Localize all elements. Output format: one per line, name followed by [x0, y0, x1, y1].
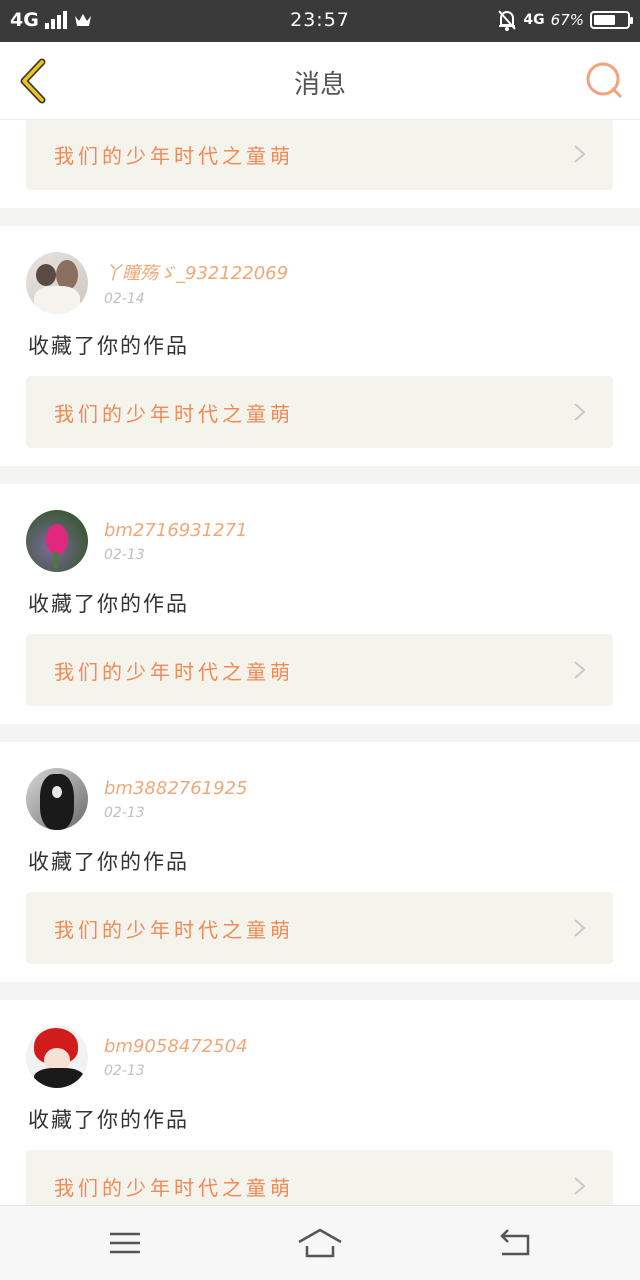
- chevron-right-icon: [574, 145, 586, 163]
- notification-off-icon: [498, 10, 517, 31]
- network-type-right: 4G: [523, 12, 545, 28]
- username[interactable]: bm2716931271: [104, 520, 247, 541]
- username[interactable]: bm3882761925: [104, 778, 247, 799]
- message-card: bm3882761925 02-13 收藏了你的作品 我们的少年时代之童萌: [0, 742, 640, 982]
- battery-icon: [590, 11, 633, 29]
- message-card: 丫瞳殇ゞ_932122069 02-14 收藏了你的作品 我们的少年时代之童萌: [0, 226, 640, 466]
- action-text: 收藏了你的作品: [28, 334, 189, 358]
- work-title: 我们的少年时代之童萌: [54, 1176, 294, 1200]
- work-link[interactable]: 我们的少年时代之童萌: [26, 634, 613, 706]
- avatar[interactable]: [26, 510, 88, 572]
- menu-icon[interactable]: [100, 1226, 150, 1260]
- action-text: 收藏了你的作品: [28, 1108, 189, 1132]
- message-card: bm2716931271 02-13 收藏了你的作品 我们的少年时代之童萌: [0, 484, 640, 724]
- work-link[interactable]: 我们的少年时代之童萌: [26, 1150, 613, 1205]
- avatar[interactable]: [26, 252, 88, 314]
- work-title: 我们的少年时代之童萌: [54, 402, 294, 426]
- work-link[interactable]: 我们的少年时代之童萌: [26, 892, 613, 964]
- work-link[interactable]: 我们的少年时代之童萌: [26, 120, 613, 190]
- chevron-right-icon: [574, 919, 586, 937]
- page-title: 消息: [293, 70, 346, 100]
- battery-percent: 67%: [550, 11, 584, 29]
- work-title: 我们的少年时代之童萌: [54, 144, 294, 168]
- status-bar: 4G 23:57 4G 67%: [0, 0, 640, 42]
- message-date: 02-13: [104, 1062, 145, 1079]
- username[interactable]: bm9058472504: [104, 1036, 247, 1057]
- home-icon[interactable]: [295, 1226, 345, 1260]
- message-date: 02-13: [104, 804, 145, 821]
- message-date: 02-14: [104, 291, 145, 307]
- avatar[interactable]: [26, 768, 88, 830]
- message-card: bm9058472504 02-13 收藏了你的作品 我们的少年时代之童萌: [0, 1000, 640, 1205]
- message-card-partial: 我们的少年时代之童萌: [0, 120, 640, 208]
- user-row[interactable]: bm2716931271 02-13: [26, 510, 247, 572]
- message-date: 02-13: [104, 546, 145, 563]
- work-title: 我们的少年时代之童萌: [54, 918, 294, 942]
- return-icon[interactable]: [490, 1226, 540, 1260]
- nav-bar: 消息: [0, 42, 640, 120]
- chevron-right-icon: [574, 1177, 586, 1195]
- message-list[interactable]: 我们的少年时代之童萌 丫瞳殇ゞ_932122069 02-14 收藏了你的作品 …: [0, 120, 640, 1205]
- action-text: 收藏了你的作品: [28, 592, 189, 616]
- system-nav-bar: [0, 1205, 640, 1280]
- work-title: 我们的少年时代之童萌: [54, 660, 294, 684]
- action-text: 收藏了你的作品: [28, 850, 189, 874]
- chevron-right-icon: [574, 403, 586, 421]
- search-icon[interactable]: [582, 58, 626, 102]
- status-right: 4G 67%: [497, 9, 633, 31]
- user-row[interactable]: bm3882761925 02-13: [26, 768, 247, 830]
- user-row[interactable]: 丫瞳殇ゞ_932122069 02-14: [26, 252, 288, 314]
- battery-level: [594, 15, 616, 25]
- user-row[interactable]: bm9058472504 02-13: [26, 1026, 247, 1088]
- work-link[interactable]: 我们的少年时代之童萌: [26, 376, 613, 448]
- username[interactable]: 丫瞳殇ゞ_932122069: [104, 259, 288, 285]
- chevron-right-icon: [574, 661, 586, 679]
- avatar[interactable]: [26, 1026, 88, 1088]
